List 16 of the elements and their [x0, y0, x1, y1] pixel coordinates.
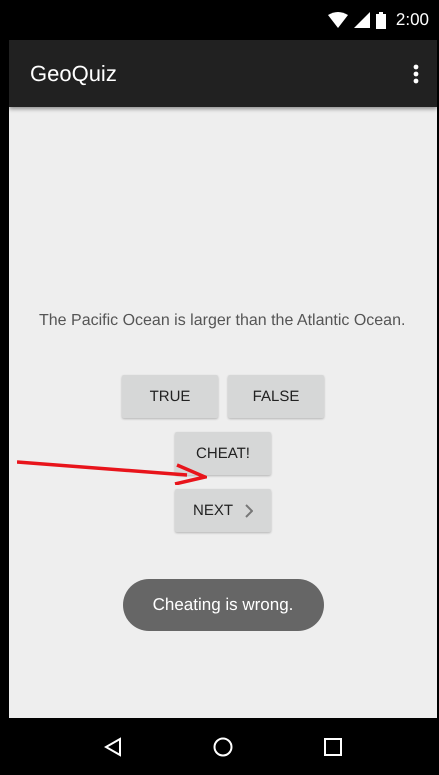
next-button[interactable]: NEXT: [175, 489, 271, 532]
home-icon[interactable]: [212, 736, 233, 756]
answer-button[interactable]: FALSE: [228, 375, 324, 418]
back-icon[interactable]: [104, 736, 122, 756]
wifi-icon: [328, 12, 348, 28]
app-title: GeoQuiz: [30, 60, 117, 86]
battery-icon: [376, 12, 386, 28]
recents-icon[interactable]: [324, 738, 342, 756]
toast-message: Cheating is wrong.: [122, 579, 324, 631]
answer-button[interactable]: TRUE: [122, 375, 218, 418]
cheat-button[interactable]: CHEAT!: [175, 432, 271, 475]
chevron-icon: [245, 504, 253, 518]
overflow-menu-icon[interactable]: [413, 64, 419, 84]
question-text: The Pacific Ocean is larger than the Atlantic Ocean.: [39, 311, 406, 331]
signal-icon: [354, 12, 370, 28]
clock-time: 2:00: [396, 10, 429, 30]
